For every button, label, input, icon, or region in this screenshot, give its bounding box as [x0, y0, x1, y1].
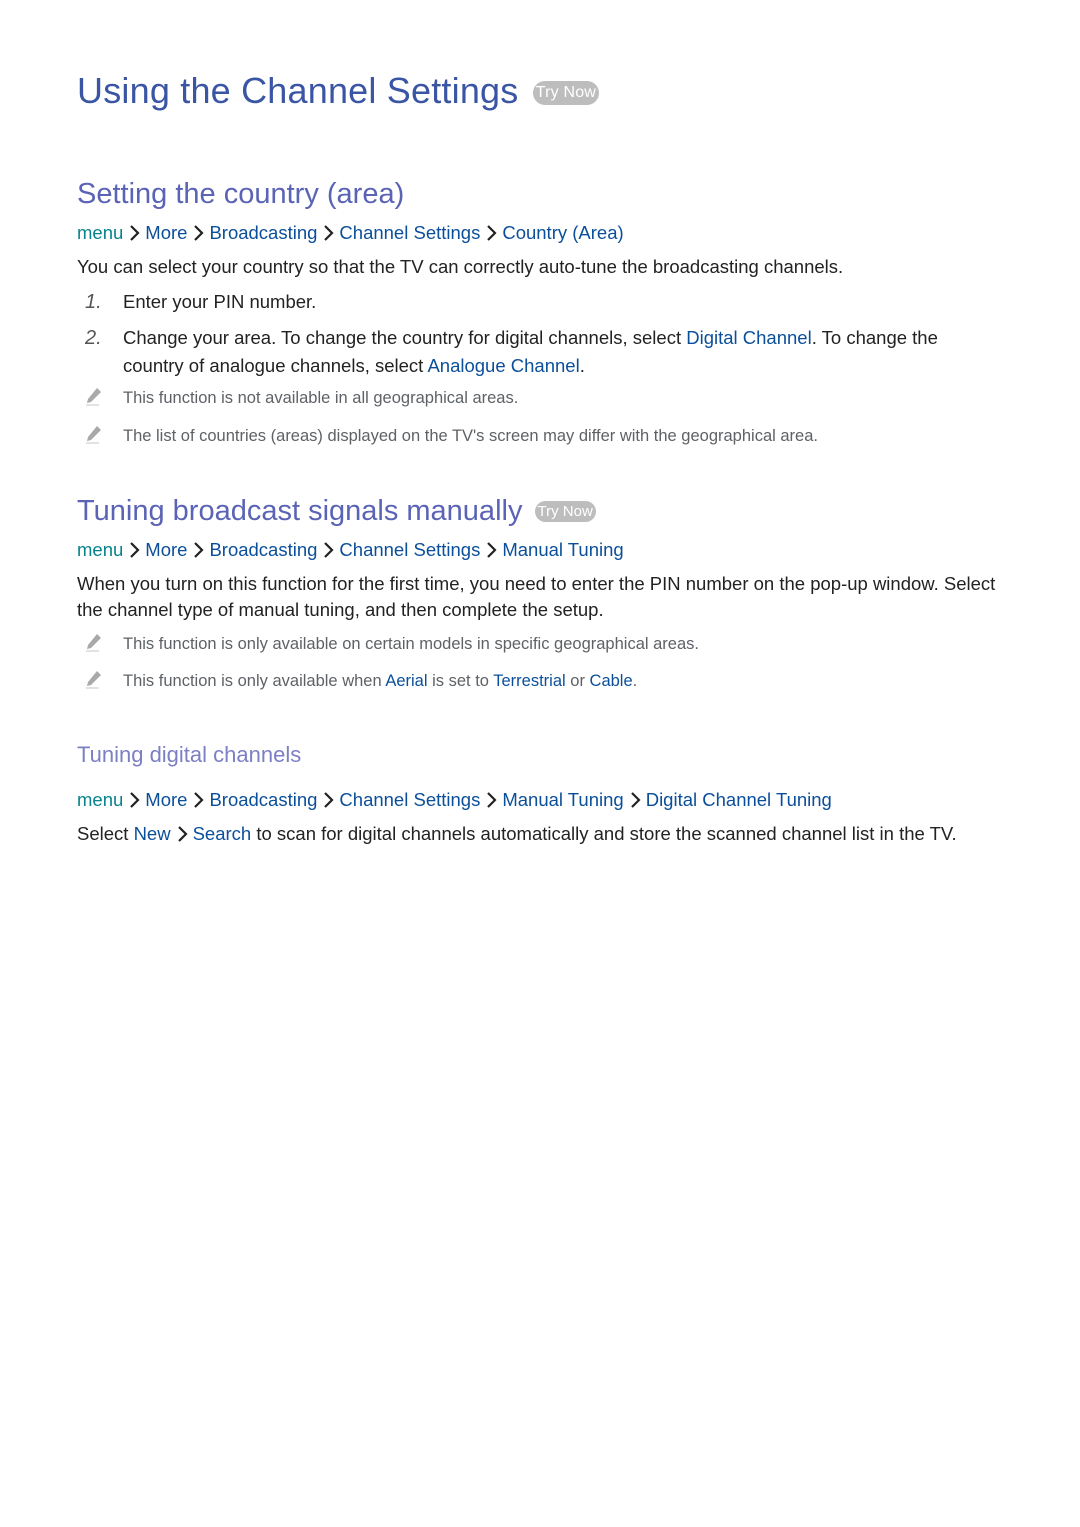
desc-text-part: to scan for digital channels automatical… — [251, 823, 957, 844]
note-text: This function is only available when Aer… — [123, 670, 637, 692]
page-title: Using the Channel Settings Try Now — [77, 70, 600, 112]
link-digital-channel[interactable]: Digital Channel — [686, 327, 811, 348]
path-item-digital-channel-tuning[interactable]: Digital Channel Tuning — [646, 789, 832, 810]
step-text: Change your area. To change the country … — [123, 324, 993, 380]
chevron-right-icon — [193, 792, 204, 808]
menu-path-manual: menu More Broadcasting Channel Settings Manu… — [77, 539, 624, 561]
desc-text-part: Select — [77, 823, 134, 844]
path-item-channel-settings[interactable]: Channel Settings — [339, 539, 480, 560]
country-intro: You can select your country so that the … — [77, 256, 844, 277]
path-item-more[interactable]: More — [145, 539, 187, 560]
chevron-right-icon — [486, 225, 497, 241]
page-title-text: Using the Channel Settings — [77, 70, 519, 111]
path-item-manual-tuning[interactable]: Manual Tuning — [502, 789, 623, 810]
pencil-icon — [86, 634, 101, 652]
step-number: 2. — [85, 327, 102, 349]
path-item-manual-tuning[interactable]: Manual Tuning — [502, 539, 623, 560]
path-item-broadcasting[interactable]: Broadcasting — [209, 222, 317, 243]
chevron-right-icon — [129, 225, 140, 241]
note-text: This function is not available in all ge… — [123, 389, 519, 407]
section-heading-text: Tuning broadcast signals manually — [77, 495, 523, 527]
note-text: This function is only available on certa… — [123, 635, 699, 653]
step-text: Enter your PIN number. — [123, 291, 317, 312]
chevron-right-icon — [193, 225, 204, 241]
pencil-icon — [86, 426, 101, 444]
pencil-icon — [86, 388, 101, 406]
step-text-part: . — [579, 355, 585, 376]
link-search[interactable]: Search — [193, 823, 252, 844]
path-item-menu[interactable]: menu — [77, 222, 123, 243]
path-item-channel-settings[interactable]: Channel Settings — [339, 789, 480, 810]
link-new[interactable]: New — [134, 823, 171, 844]
path-item-more[interactable]: More — [145, 222, 187, 243]
section-heading-manual: Tuning broadcast signals manually Try No… — [77, 495, 596, 528]
path-item-broadcasting[interactable]: Broadcasting — [209, 789, 317, 810]
path-item-more[interactable]: More — [145, 789, 187, 810]
subsection-heading-digital: Tuning digital channels — [77, 742, 302, 767]
note-text: The list of countries (areas) displayed … — [123, 427, 818, 445]
digital-description: Select New Search to scan for digital cha… — [77, 821, 997, 847]
note-text-part: This function is only available when — [123, 672, 386, 690]
path-item-menu[interactable]: menu — [77, 539, 123, 560]
try-now-button[interactable]: Try Now — [534, 501, 596, 522]
link-analogue-channel[interactable]: Analogue Channel — [427, 355, 579, 376]
chevron-right-icon — [129, 542, 140, 558]
menu-path-digital: menu More Broadcasting Channel Settings Manu… — [77, 789, 832, 811]
chevron-right-icon — [193, 542, 204, 558]
menu-path-country: menu More Broadcasting Channel Settings Coun… — [77, 222, 624, 244]
path-item-menu[interactable]: menu — [77, 789, 123, 810]
path-item-channel-settings[interactable]: Channel Settings — [339, 222, 480, 243]
chevron-right-icon — [323, 792, 334, 808]
path-item-country-area[interactable]: Country (Area) — [502, 222, 623, 243]
manual-intro: When you turn on this function for the f… — [77, 573, 996, 620]
note-text-part: or — [565, 672, 590, 690]
try-now-button[interactable]: Try Now — [532, 81, 600, 105]
chevron-right-icon — [323, 225, 334, 241]
step-number: 1. — [85, 291, 102, 313]
chevron-right-icon — [486, 542, 497, 558]
link-terrestrial[interactable]: Terrestrial — [493, 672, 565, 690]
section-heading-country: Setting the country (area) — [77, 178, 405, 210]
chevron-right-icon — [630, 792, 641, 808]
chevron-right-icon — [129, 792, 140, 808]
path-item-broadcasting[interactable]: Broadcasting — [209, 539, 317, 560]
note-text-part: is set to — [427, 672, 494, 690]
link-cable[interactable]: Cable — [590, 672, 633, 690]
note-text-part: . — [632, 672, 638, 690]
pencil-icon — [86, 671, 101, 689]
chevron-right-icon — [486, 792, 497, 808]
chevron-right-icon — [323, 542, 334, 558]
link-aerial[interactable]: Aerial — [385, 672, 427, 690]
step-text-part: Change your area. To change the country … — [123, 327, 687, 348]
chevron-right-icon — [177, 826, 188, 842]
